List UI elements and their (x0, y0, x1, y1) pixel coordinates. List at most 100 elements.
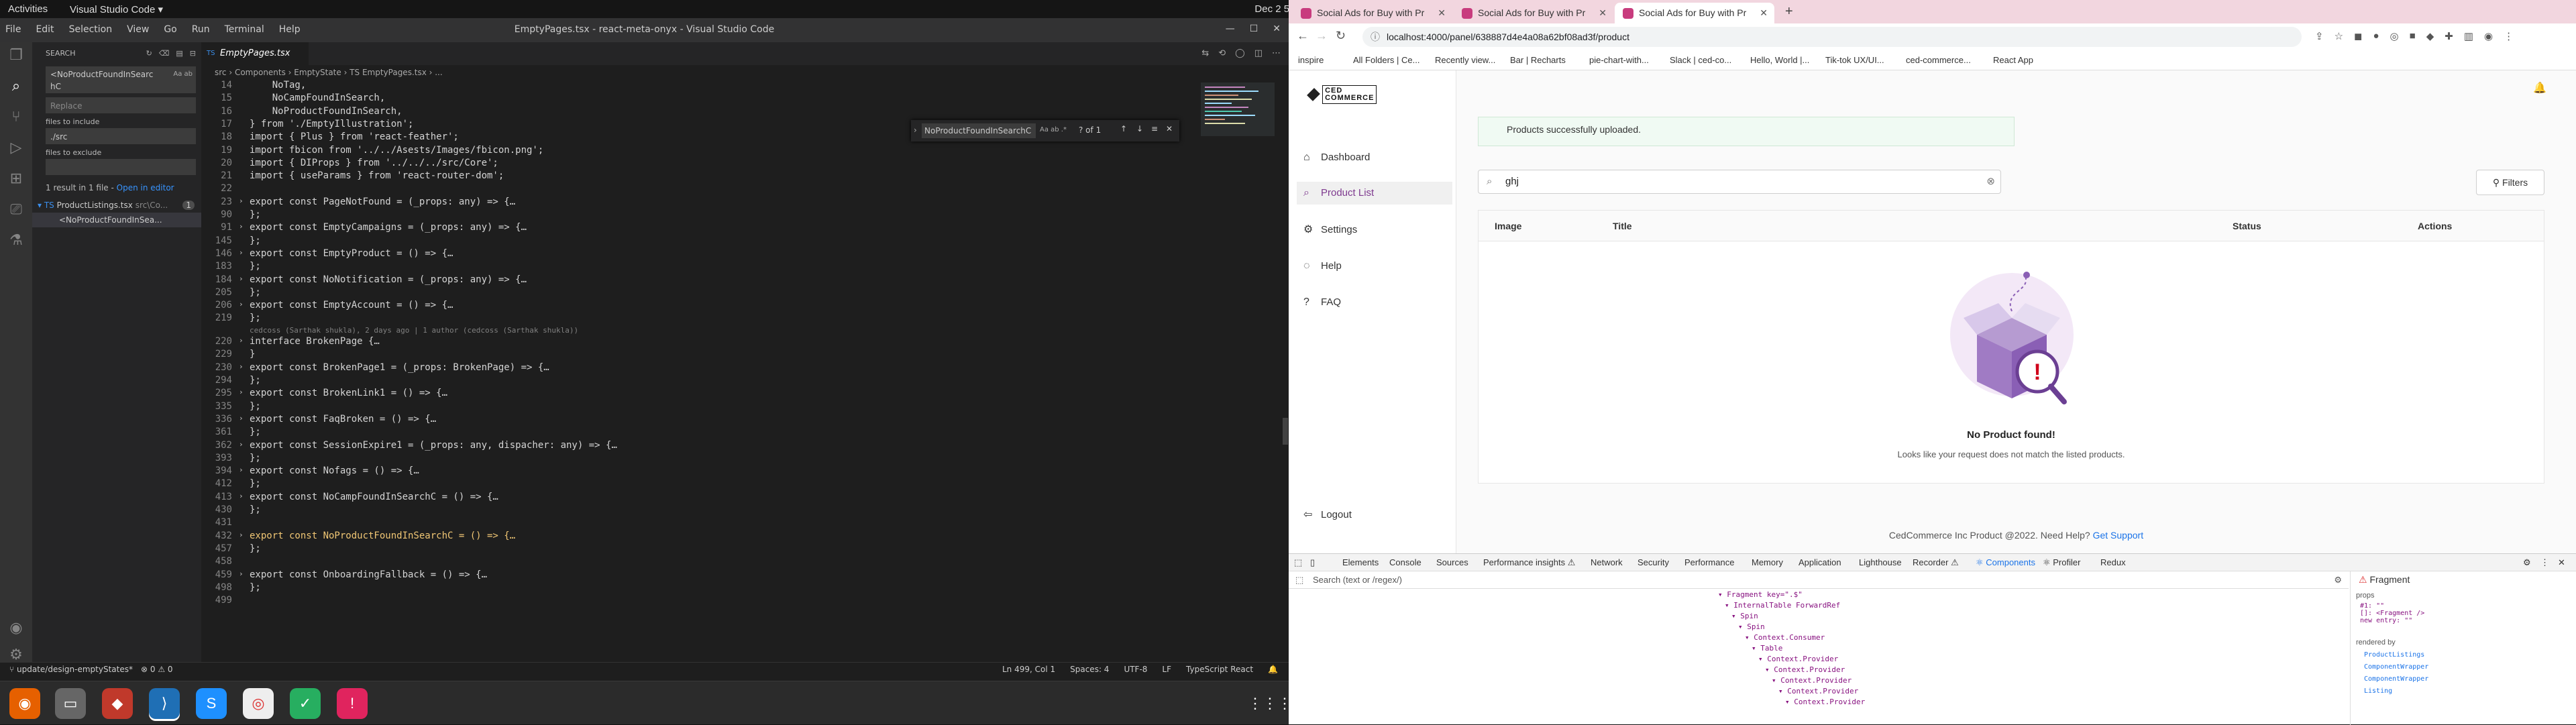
result-file[interactable]: ▾ TS ProductListings.tsx src\Co... 1 (38, 198, 201, 213)
tab-performance-insights[interactable]: Performance insights ⚠ (1483, 557, 1575, 568)
menu-selection[interactable]: Selection (69, 24, 113, 35)
share-icon[interactable]: ⇪ (2315, 30, 2324, 42)
code-line[interactable]: }; (250, 375, 261, 386)
tab-console[interactable]: Console (1389, 557, 1421, 567)
fold-chevron-icon[interactable]: › (239, 440, 244, 449)
breadcrumb[interactable]: src › Components › EmptyState › TS Empty… (215, 68, 443, 77)
tree-node[interactable]: ▾ Context.Provider (1785, 698, 1865, 706)
menu-view[interactable]: View (127, 24, 149, 35)
prop-item[interactable]: []: <Fragment /> (2360, 610, 2424, 617)
open-in-editor-link[interactable]: Open in editor (117, 183, 174, 192)
reload-icon[interactable]: ↻ (1336, 29, 1346, 43)
bookmark[interactable]: Bar | Recharts (1510, 55, 1566, 65)
clear-results-icon[interactable]: ⌫ (159, 42, 170, 65)
code-line[interactable]: export const NoCampFoundInSearchC = () =… (250, 492, 498, 502)
close-find-icon[interactable]: ✕ (1166, 124, 1173, 133)
bookmark[interactable]: inspire (1298, 55, 1324, 65)
fold-chevron-icon[interactable]: › (239, 197, 244, 205)
code-line[interactable]: interface BrokenPage {… (250, 336, 380, 347)
refresh-icon[interactable]: ↻ (146, 42, 152, 65)
code-line[interactable]: }; (250, 427, 261, 437)
nav-help[interactable]: ◌ Help (1297, 255, 1452, 278)
tree-node[interactable]: ▾ Spin (1731, 612, 1758, 620)
tab-sources[interactable]: Sources (1436, 557, 1468, 567)
code-line[interactable]: export const NoProductFoundInSearchC = (… (250, 531, 515, 541)
bookmark[interactable]: Tik-tok UX/UI... (1825, 55, 1884, 65)
tree-node[interactable]: ▾ Context.Provider (1765, 665, 1845, 674)
clear-search-icon[interactable]: ⊗ (1986, 170, 1995, 193)
bookmark[interactable]: Slack | ced-co... (1670, 55, 1731, 65)
fold-chevron-icon[interactable]: › (239, 336, 244, 345)
new-tab-icon[interactable]: + (1785, 4, 1793, 19)
tab-application[interactable]: Application (1799, 557, 1841, 567)
skype-icon[interactable]: S (196, 688, 227, 719)
select-element-icon[interactable]: ⬚ (1295, 571, 1303, 589)
nav-faq[interactable]: ? FAQ (1297, 291, 1452, 314)
forward-icon[interactable]: → (1316, 29, 1328, 43)
tab-recorder[interactable]: Recorder ⚠ (1913, 557, 1959, 568)
owner-item[interactable]: Listing (2364, 685, 2428, 698)
nav-settings[interactable]: ⚙ Settings (1297, 219, 1452, 241)
files-icon[interactable]: ▭ (55, 688, 86, 719)
testing-icon[interactable]: ⚗ (7, 231, 25, 250)
code-line[interactable]: import { DIProps } from '../../../src/Co… (250, 158, 498, 168)
menu-help[interactable]: Help (279, 24, 301, 35)
extension-icon[interactable]: ● (2373, 30, 2379, 42)
fold-chevron-icon[interactable]: › (239, 274, 244, 283)
code-line[interactable]: export const Nofags = () => {… (250, 465, 419, 476)
tab-network[interactable]: Network (1591, 557, 1623, 567)
indentation[interactable]: Spaces: 4 (1070, 665, 1109, 674)
tree-node[interactable]: ▾ Spin (1738, 622, 1765, 631)
split-editor-icon[interactable]: ◫ (1254, 48, 1263, 58)
tab-components[interactable]: ⚛ Components (1976, 557, 2035, 568)
toggle-replace-icon[interactable]: › (914, 125, 917, 135)
files-include-input[interactable]: ./src (46, 128, 196, 144)
code-line[interactable]: NoTag, (250, 80, 307, 91)
chrome-menu-icon[interactable]: ⋮ (2504, 30, 2514, 42)
code-line[interactable]: }; (250, 401, 261, 412)
owner-item[interactable]: ComponentWrapper (2364, 661, 2428, 673)
code-line[interactable]: export const NoNotification = (_props: a… (250, 274, 527, 285)
search-icon[interactable]: ⌕ (7, 77, 25, 96)
search-options[interactable]: Aa ab (173, 68, 193, 80)
fold-chevron-icon[interactable]: › (239, 492, 244, 500)
nav-product-list[interactable]: ⌕ Product List (1297, 182, 1452, 205)
fold-chevron-icon[interactable]: › (239, 531, 244, 539)
tree-node[interactable]: ▾ Context.Provider (1772, 676, 1851, 685)
prop-item[interactable]: #1: "" (2360, 602, 2424, 610)
tab-performance[interactable]: Performance (1684, 557, 1734, 567)
address-bar[interactable]: ⓘ localhost:4000/panel/638887d4e4a08a62b… (1362, 27, 2302, 47)
code-line[interactable]: }; (250, 543, 261, 554)
back-icon[interactable]: ← (1297, 29, 1309, 43)
tree-node[interactable]: ▾ Context.Provider (1758, 655, 1838, 663)
side-panel-icon[interactable]: ▥ (2464, 30, 2473, 42)
extension-icon[interactable]: ◎ (2390, 30, 2399, 42)
git-icon[interactable]: ◯ (1235, 48, 1245, 58)
component-tree[interactable]: ▾ Fragment key=".$" ▾ InternalTable Forwa… (1289, 590, 2349, 724)
code-line[interactable]: export const EmptyProduct = () => {… (250, 248, 453, 259)
prev-match-icon[interactable]: ↑ (1120, 124, 1127, 133)
cursor-position[interactable]: Ln 499, Col 1 (1002, 665, 1055, 674)
checklist-icon[interactable]: ✓ (290, 688, 321, 719)
fold-chevron-icon[interactable]: › (239, 300, 244, 309)
collapse-all-icon[interactable]: ⊟ (190, 42, 196, 65)
code-line[interactable]: export const SessionExpire1 = (_props: a… (250, 440, 617, 451)
files-exclude-input[interactable] (46, 159, 196, 175)
anydesk-icon[interactable]: ◆ (102, 688, 133, 719)
extensions-icon[interactable]: ⊞ (7, 170, 25, 188)
explorer-icon[interactable]: ❐ (7, 46, 25, 65)
chrome-icon[interactable]: ◎ (243, 688, 274, 719)
bookmark[interactable]: React App (1993, 55, 2033, 65)
tab-security[interactable]: Security (1638, 557, 1669, 567)
tab-emptypages[interactable]: TS EmptyPages.tsx (201, 42, 309, 65)
close-tab-icon[interactable]: ✕ (1599, 3, 1607, 23)
code-line[interactable]: export const EmptyAccount = () => {… (250, 300, 453, 311)
code-line[interactable]: export const BrokenLink1 = () => {… (250, 388, 447, 398)
filters-button[interactable]: ⚲ Filters (2476, 170, 2544, 195)
code-line[interactable]: }; (250, 209, 261, 220)
profile-icon[interactable]: ◉ (2484, 30, 2493, 42)
site-info-icon[interactable]: ⓘ (1371, 27, 1380, 47)
devtools-close-icon[interactable]: ✕ (2558, 557, 2565, 568)
code-line[interactable]: }; (250, 478, 261, 489)
next-match-icon[interactable]: ↓ (1136, 124, 1143, 133)
